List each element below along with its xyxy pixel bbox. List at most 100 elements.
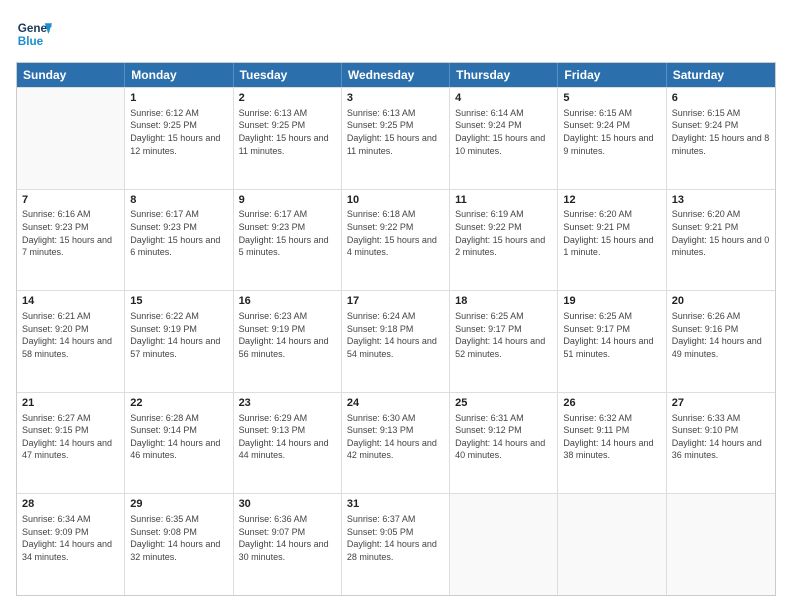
day-number: 19 (563, 294, 660, 309)
calendar-cell: 17Sunrise: 6:24 AMSunset: 9:18 PMDayligh… (342, 291, 450, 392)
calendar-cell (17, 88, 125, 189)
cell-info: Sunrise: 6:37 AMSunset: 9:05 PMDaylight:… (347, 513, 444, 563)
cell-info: Sunrise: 6:25 AMSunset: 9:17 PMDaylight:… (455, 310, 552, 360)
cell-info: Sunrise: 6:21 AMSunset: 9:20 PMDaylight:… (22, 310, 119, 360)
calendar-cell: 3Sunrise: 6:13 AMSunset: 9:25 PMDaylight… (342, 88, 450, 189)
calendar-row: 14Sunrise: 6:21 AMSunset: 9:20 PMDayligh… (17, 290, 775, 392)
calendar-header: SundayMondayTuesdayWednesdayThursdayFrid… (17, 63, 775, 87)
day-number: 9 (239, 193, 336, 208)
cell-info: Sunrise: 6:14 AMSunset: 9:24 PMDaylight:… (455, 107, 552, 157)
calendar-cell: 30Sunrise: 6:36 AMSunset: 9:07 PMDayligh… (234, 494, 342, 595)
calendar-cell: 22Sunrise: 6:28 AMSunset: 9:14 PMDayligh… (125, 393, 233, 494)
calendar-cell: 15Sunrise: 6:22 AMSunset: 9:19 PMDayligh… (125, 291, 233, 392)
calendar: SundayMondayTuesdayWednesdayThursdayFrid… (16, 62, 776, 596)
weekday-header: Friday (558, 63, 666, 87)
day-number: 24 (347, 396, 444, 411)
cell-info: Sunrise: 6:15 AMSunset: 9:24 PMDaylight:… (672, 107, 770, 157)
cell-info: Sunrise: 6:20 AMSunset: 9:21 PMDaylight:… (672, 208, 770, 258)
cell-info: Sunrise: 6:22 AMSunset: 9:19 PMDaylight:… (130, 310, 227, 360)
calendar-row: 1Sunrise: 6:12 AMSunset: 9:25 PMDaylight… (17, 87, 775, 189)
cell-info: Sunrise: 6:24 AMSunset: 9:18 PMDaylight:… (347, 310, 444, 360)
logo: General Blue (16, 16, 52, 52)
calendar-row: 28Sunrise: 6:34 AMSunset: 9:09 PMDayligh… (17, 493, 775, 595)
day-number: 7 (22, 193, 119, 208)
calendar-cell: 7Sunrise: 6:16 AMSunset: 9:23 PMDaylight… (17, 190, 125, 291)
day-number: 12 (563, 193, 660, 208)
calendar-cell: 20Sunrise: 6:26 AMSunset: 9:16 PMDayligh… (667, 291, 775, 392)
day-number: 3 (347, 91, 444, 106)
weekday-header: Tuesday (234, 63, 342, 87)
day-number: 23 (239, 396, 336, 411)
cell-info: Sunrise: 6:27 AMSunset: 9:15 PMDaylight:… (22, 412, 119, 462)
cell-info: Sunrise: 6:16 AMSunset: 9:23 PMDaylight:… (22, 208, 119, 258)
day-number: 8 (130, 193, 227, 208)
cell-info: Sunrise: 6:17 AMSunset: 9:23 PMDaylight:… (130, 208, 227, 258)
day-number: 17 (347, 294, 444, 309)
calendar-cell: 1Sunrise: 6:12 AMSunset: 9:25 PMDaylight… (125, 88, 233, 189)
calendar-cell: 13Sunrise: 6:20 AMSunset: 9:21 PMDayligh… (667, 190, 775, 291)
weekday-header: Thursday (450, 63, 558, 87)
cell-info: Sunrise: 6:18 AMSunset: 9:22 PMDaylight:… (347, 208, 444, 258)
calendar-cell: 4Sunrise: 6:14 AMSunset: 9:24 PMDaylight… (450, 88, 558, 189)
day-number: 4 (455, 91, 552, 106)
calendar-cell: 5Sunrise: 6:15 AMSunset: 9:24 PMDaylight… (558, 88, 666, 189)
calendar-cell: 29Sunrise: 6:35 AMSunset: 9:08 PMDayligh… (125, 494, 233, 595)
calendar-cell: 26Sunrise: 6:32 AMSunset: 9:11 PMDayligh… (558, 393, 666, 494)
cell-info: Sunrise: 6:15 AMSunset: 9:24 PMDaylight:… (563, 107, 660, 157)
cell-info: Sunrise: 6:12 AMSunset: 9:25 PMDaylight:… (130, 107, 227, 157)
calendar-cell: 18Sunrise: 6:25 AMSunset: 9:17 PMDayligh… (450, 291, 558, 392)
calendar-cell: 19Sunrise: 6:25 AMSunset: 9:17 PMDayligh… (558, 291, 666, 392)
day-number: 5 (563, 91, 660, 106)
cell-info: Sunrise: 6:35 AMSunset: 9:08 PMDaylight:… (130, 513, 227, 563)
day-number: 15 (130, 294, 227, 309)
day-number: 11 (455, 193, 552, 208)
day-number: 6 (672, 91, 770, 106)
calendar-cell: 2Sunrise: 6:13 AMSunset: 9:25 PMDaylight… (234, 88, 342, 189)
day-number: 20 (672, 294, 770, 309)
page: General Blue SundayMondayTuesdayWednesda… (0, 0, 792, 612)
header: General Blue (16, 16, 776, 52)
calendar-row: 7Sunrise: 6:16 AMSunset: 9:23 PMDaylight… (17, 189, 775, 291)
cell-info: Sunrise: 6:33 AMSunset: 9:10 PMDaylight:… (672, 412, 770, 462)
cell-info: Sunrise: 6:19 AMSunset: 9:22 PMDaylight:… (455, 208, 552, 258)
weekday-header: Saturday (667, 63, 775, 87)
calendar-cell (558, 494, 666, 595)
calendar-body: 1Sunrise: 6:12 AMSunset: 9:25 PMDaylight… (17, 87, 775, 595)
day-number: 16 (239, 294, 336, 309)
cell-info: Sunrise: 6:30 AMSunset: 9:13 PMDaylight:… (347, 412, 444, 462)
day-number: 14 (22, 294, 119, 309)
cell-info: Sunrise: 6:36 AMSunset: 9:07 PMDaylight:… (239, 513, 336, 563)
calendar-cell: 27Sunrise: 6:33 AMSunset: 9:10 PMDayligh… (667, 393, 775, 494)
day-number: 1 (130, 91, 227, 106)
calendar-row: 21Sunrise: 6:27 AMSunset: 9:15 PMDayligh… (17, 392, 775, 494)
cell-info: Sunrise: 6:28 AMSunset: 9:14 PMDaylight:… (130, 412, 227, 462)
cell-info: Sunrise: 6:13 AMSunset: 9:25 PMDaylight:… (347, 107, 444, 157)
logo-icon: General Blue (16, 16, 52, 52)
calendar-cell: 9Sunrise: 6:17 AMSunset: 9:23 PMDaylight… (234, 190, 342, 291)
svg-text:Blue: Blue (18, 35, 44, 48)
day-number: 31 (347, 497, 444, 512)
calendar-cell: 23Sunrise: 6:29 AMSunset: 9:13 PMDayligh… (234, 393, 342, 494)
day-number: 26 (563, 396, 660, 411)
weekday-header: Wednesday (342, 63, 450, 87)
cell-info: Sunrise: 6:20 AMSunset: 9:21 PMDaylight:… (563, 208, 660, 258)
calendar-cell: 21Sunrise: 6:27 AMSunset: 9:15 PMDayligh… (17, 393, 125, 494)
weekday-header: Sunday (17, 63, 125, 87)
day-number: 30 (239, 497, 336, 512)
calendar-cell: 8Sunrise: 6:17 AMSunset: 9:23 PMDaylight… (125, 190, 233, 291)
cell-info: Sunrise: 6:29 AMSunset: 9:13 PMDaylight:… (239, 412, 336, 462)
calendar-cell: 12Sunrise: 6:20 AMSunset: 9:21 PMDayligh… (558, 190, 666, 291)
cell-info: Sunrise: 6:13 AMSunset: 9:25 PMDaylight:… (239, 107, 336, 157)
calendar-cell: 24Sunrise: 6:30 AMSunset: 9:13 PMDayligh… (342, 393, 450, 494)
weekday-header: Monday (125, 63, 233, 87)
cell-info: Sunrise: 6:23 AMSunset: 9:19 PMDaylight:… (239, 310, 336, 360)
cell-info: Sunrise: 6:25 AMSunset: 9:17 PMDaylight:… (563, 310, 660, 360)
day-number: 2 (239, 91, 336, 106)
cell-info: Sunrise: 6:17 AMSunset: 9:23 PMDaylight:… (239, 208, 336, 258)
calendar-cell: 28Sunrise: 6:34 AMSunset: 9:09 PMDayligh… (17, 494, 125, 595)
calendar-cell (667, 494, 775, 595)
day-number: 25 (455, 396, 552, 411)
day-number: 29 (130, 497, 227, 512)
calendar-cell: 31Sunrise: 6:37 AMSunset: 9:05 PMDayligh… (342, 494, 450, 595)
calendar-cell: 14Sunrise: 6:21 AMSunset: 9:20 PMDayligh… (17, 291, 125, 392)
